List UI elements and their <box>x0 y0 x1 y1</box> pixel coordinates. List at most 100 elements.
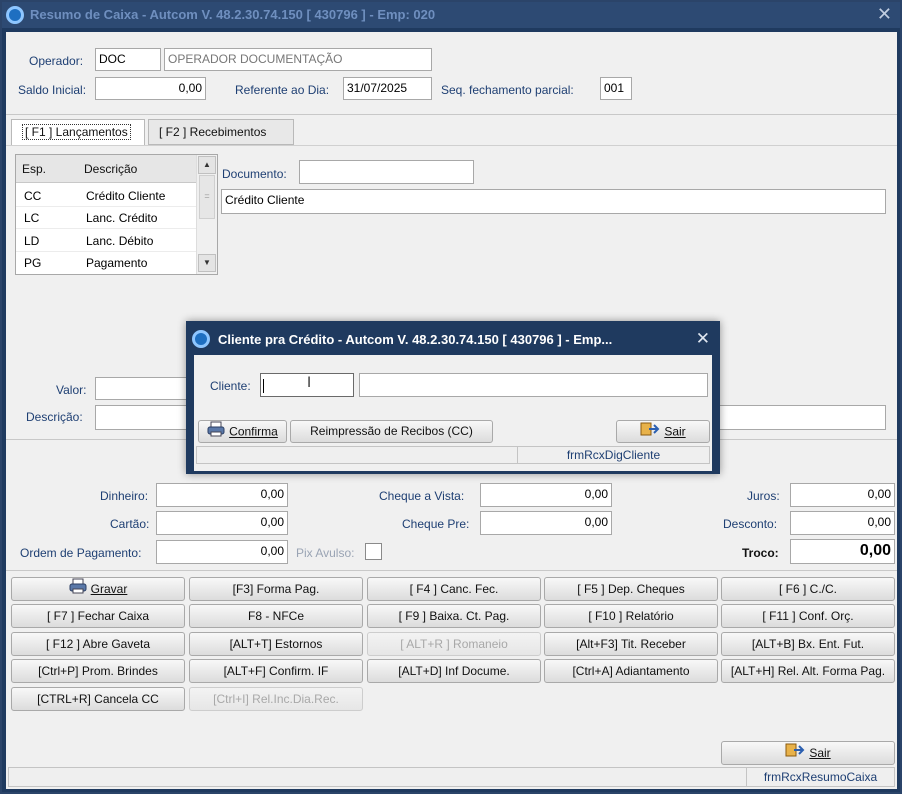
reimpressao-recibos-button[interactable]: Reimpressão de Recibos (CC) <box>290 420 493 443</box>
descricao-label: Descrição: <box>26 410 83 424</box>
juros-field[interactable]: 0,00 <box>790 483 895 507</box>
documento-field[interactable] <box>299 160 474 184</box>
relatorio-button[interactable]: [ F10 ] Relatório <box>544 604 718 628</box>
referente-label: Referente ao Dia: <box>235 83 330 97</box>
seq-fechamento-field[interactable]: 001 <box>600 77 632 100</box>
exit-icon <box>785 742 805 764</box>
gravar-button[interactable]: Gravar <box>11 577 185 601</box>
cartao-label: Cartão: <box>110 517 150 531</box>
cheque-pre-field[interactable]: 0,00 <box>480 511 612 535</box>
dialog-sair-button[interactable]: Sair <box>616 420 710 443</box>
grid-row[interactable]: LC Lanc. Crédito <box>16 207 196 229</box>
rel-alt-forma-pag-button[interactable]: [ALT+H] Rel. Alt. Forma Pag. <box>721 659 895 683</box>
sair-button[interactable]: Sair <box>721 741 895 765</box>
main-titlebar[interactable]: Resumo de Caixa - Autcom V. 48.2.30.74.1… <box>2 2 900 28</box>
canc-fec-button[interactable]: [ F4 ] Canc. Fec. <box>367 577 541 601</box>
dialog-form-name-status: frmRcxDigCliente <box>517 447 709 463</box>
app-icon <box>6 6 24 24</box>
grid-cell-esp: LD <box>24 234 40 248</box>
grid-cell-esp: CC <box>24 189 42 203</box>
col-descricao-header: Descrição <box>84 162 138 176</box>
dialog-title: Cliente pra Crédito - Autcom V. 48.2.30.… <box>218 332 613 347</box>
operador-code-field[interactable]: DOC <box>95 48 161 71</box>
abre-gaveta-button[interactable]: [ F12 ] Abre Gaveta <box>11 632 185 656</box>
ordem-pagamento-field[interactable]: 0,00 <box>156 540 288 564</box>
cliente-credito-dialog: Cliente pra Crédito - Autcom V. 48.2.30.… <box>186 321 720 474</box>
tab-recebimentos[interactable]: [ F2 ] Recebimentos <box>148 119 294 145</box>
main-window: Resumo de Caixa - Autcom V. 48.2.30.74.1… <box>0 0 902 794</box>
operador-name-field: OPERADOR DOCUMENTAÇÃO <box>164 48 432 71</box>
grid-header: Esp. Descrição <box>16 155 196 183</box>
dialog-app-icon <box>192 330 210 348</box>
exit-icon <box>640 421 660 442</box>
adiantamento-button[interactable]: [Ctrl+A] Adiantamento <box>544 659 718 683</box>
juros-label: Juros: <box>747 489 780 503</box>
valor-label: Valor: <box>56 383 87 397</box>
prom-brindes-button[interactable]: [Ctrl+P] Prom. Brindes <box>11 659 185 683</box>
text-caret <box>263 379 264 393</box>
cheque-pre-label: Cheque Pre: <box>402 517 470 531</box>
fechar-caixa-button[interactable]: [ F7 ] Fechar Caixa <box>11 604 185 628</box>
grid-row[interactable]: LD Lanc. Débito <box>16 230 196 252</box>
dialog-sair-label: Sair <box>664 424 686 439</box>
confirma-label: Confirma <box>229 424 278 439</box>
sair-label: Sair <box>809 746 831 760</box>
saldo-inicial-label: Saldo Inicial: <box>18 83 87 97</box>
col-esp-header: Esp. <box>22 162 47 176</box>
especie-grid[interactable]: Esp. Descrição CC Crédito Cliente LC Lanc.… <box>15 154 218 275</box>
inf-docume-button[interactable]: [ALT+D] Inf Docume. <box>367 659 541 683</box>
dinheiro-field[interactable]: 0,00 <box>156 483 288 507</box>
operador-label: Operador: <box>29 54 84 68</box>
cc-button[interactable]: [ F6 ] C./C. <box>721 577 895 601</box>
cartao-field[interactable]: 0,00 <box>156 511 288 535</box>
grid-scrollbar[interactable]: ▲ = ▼ <box>196 155 217 274</box>
dep-cheques-button[interactable]: [ F5 ] Dep. Cheques <box>544 577 718 601</box>
tit-receber-button[interactable]: [Alt+F3] Tit. Receber <box>544 632 718 656</box>
rel-inc-dia-rec-button: [Ctrl+I] Rel.Inc.Dia.Rec. <box>189 687 363 711</box>
printer-icon <box>69 578 87 600</box>
nfce-button[interactable]: F8 - NFCe <box>189 604 363 628</box>
dialog-close-icon[interactable]: ✕ <box>696 329 710 349</box>
romaneio-button: [ ALT+R ] Romaneio <box>367 632 541 656</box>
estornos-button[interactable]: [ALT+T] Estornos <box>189 632 363 656</box>
cheque-vista-field[interactable]: 0,00 <box>480 483 612 507</box>
scroll-down-icon[interactable]: ▼ <box>198 254 216 272</box>
confirma-button[interactable]: Confirma <box>198 420 287 443</box>
cancela-cc-button[interactable]: [CTRL+R] Cancela CC <box>11 687 185 711</box>
grid-cell-desc: Crédito Cliente <box>86 189 166 203</box>
grid-row[interactable]: CC Crédito Cliente <box>16 185 196 207</box>
dinheiro-label: Dinheiro: <box>100 489 149 503</box>
dialog-titlebar[interactable]: Cliente pra Crédito - Autcom V. 48.2.30.… <box>188 323 718 355</box>
cheque-vista-label: Cheque a Vista: <box>379 489 465 503</box>
scroll-thumb[interactable]: = <box>199 175 215 219</box>
printer-icon <box>207 421 225 442</box>
window-title: Resumo de Caixa - Autcom V. 48.2.30.74.1… <box>30 7 436 22</box>
seq-fechamento-label: Seq. fechamento parcial: <box>441 83 574 97</box>
buttons-divider <box>6 570 897 571</box>
gravar-label: Gravar <box>90 582 128 596</box>
documento-label: Documento: <box>222 167 287 181</box>
saldo-inicial-field[interactable]: 0,00 <box>95 77 206 100</box>
referente-dia-field[interactable]: 31/07/2025 <box>343 77 432 100</box>
grid-cell-esp: LC <box>24 211 40 225</box>
grid-cell-esp: PG <box>24 256 42 270</box>
close-icon[interactable]: ✕ <box>877 4 892 25</box>
bx-ent-fut-button[interactable]: [ALT+B] Bx. Ent. Fut. <box>721 632 895 656</box>
baixa-ct-pag-button[interactable]: [ F9 ] Baixa. Ct. Pag. <box>367 604 541 628</box>
form-name-status: frmRcxResumoCaixa <box>746 768 894 786</box>
grid-row[interactable]: PG Pagamento <box>16 252 196 274</box>
header-divider <box>6 114 897 115</box>
grid-cell-desc: Pagamento <box>86 256 148 270</box>
troco-field: 0,00 <box>790 539 895 564</box>
grid-cell-desc: Lanc. Crédito <box>86 211 158 225</box>
tipo-lancamento-field: Crédito Cliente <box>221 189 886 214</box>
conf-orc-button[interactable]: [ F11 ] Conf. Orç. <box>721 604 895 628</box>
tab-lancamentos[interactable]: [ F1 ] Lançamentos <box>11 119 145 145</box>
desconto-field[interactable]: 0,00 <box>790 511 895 535</box>
scroll-up-icon[interactable]: ▲ <box>198 156 216 174</box>
confirm-if-button[interactable]: [ALT+F] Confirm. IF <box>189 659 363 683</box>
pix-avulso-checkbox[interactable] <box>365 543 382 560</box>
forma-pag-button[interactable]: [F3] Forma Pag. <box>189 577 363 601</box>
ibeam-cursor-icon: I <box>307 375 312 391</box>
dialog-body: Cliente: I Confirma Reimpressão de Recib… <box>194 355 712 471</box>
